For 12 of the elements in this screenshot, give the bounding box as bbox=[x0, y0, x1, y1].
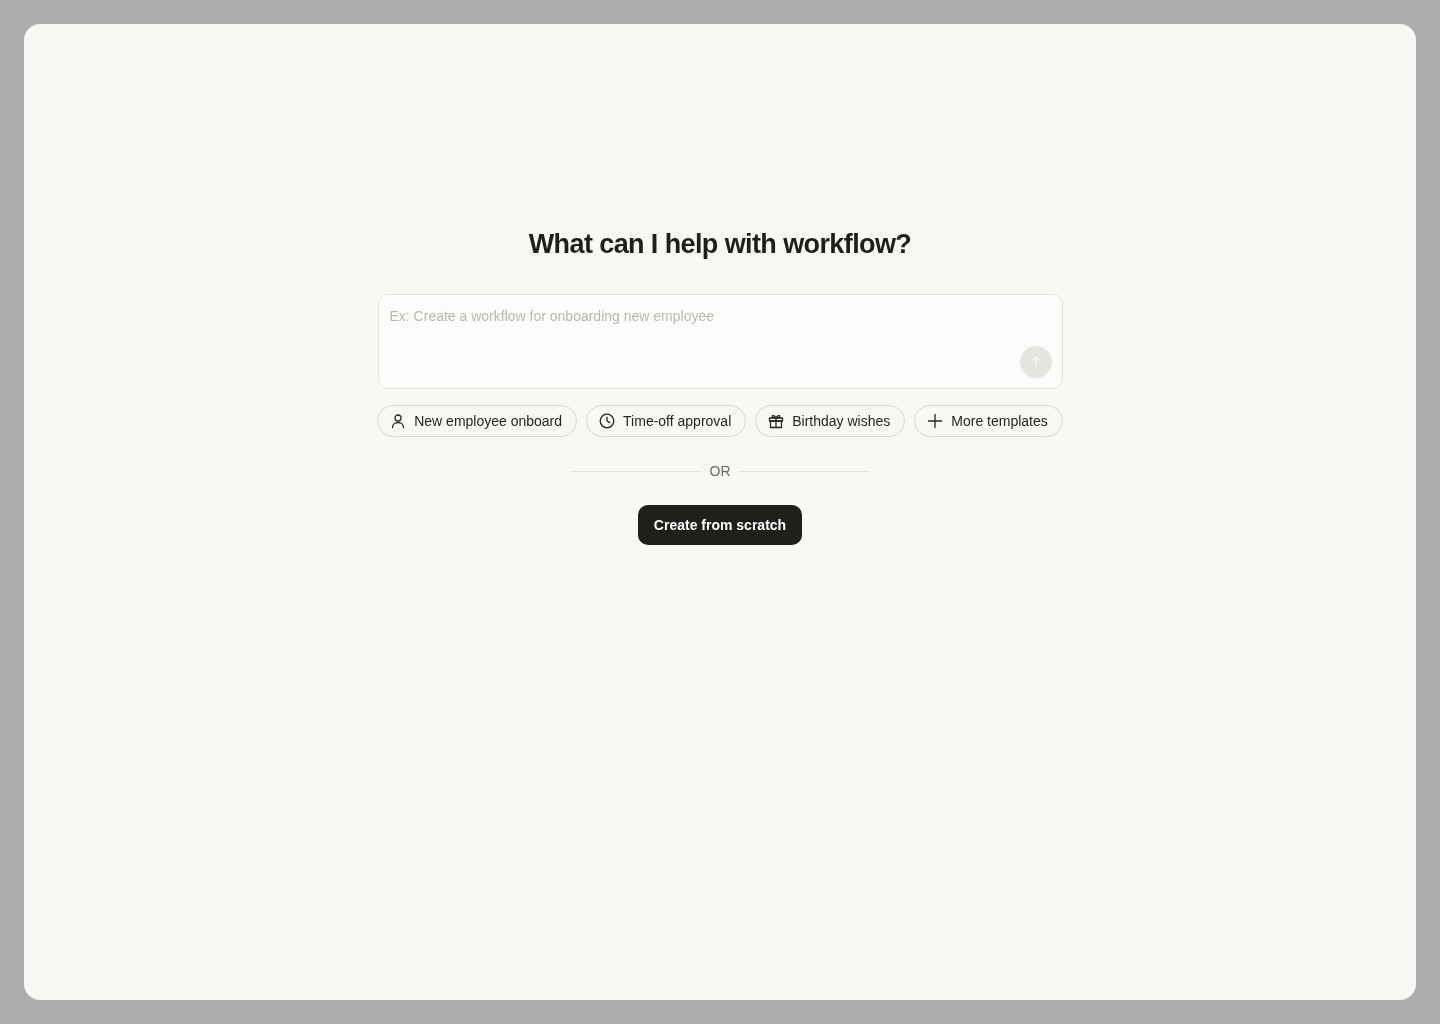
template-chip[interactable]: Birthday wishes bbox=[755, 405, 906, 437]
plus-icon bbox=[927, 413, 944, 429]
prompt-field[interactable]: Ex: Create a workflow for onboarding new employee bbox=[377, 294, 1063, 389]
gift-icon bbox=[768, 413, 785, 429]
create-button[interactable]: Create from scratch bbox=[637, 505, 803, 545]
template-chip[interactable]: New employee onboard bbox=[377, 405, 578, 437]
clock-icon bbox=[599, 413, 616, 429]
person-icon bbox=[390, 413, 407, 429]
divider-label: OR bbox=[709, 462, 731, 481]
page-heading: What can I help with workflow? bbox=[528, 228, 912, 261]
template-chip[interactable]: More templates bbox=[914, 405, 1063, 437]
template-chip[interactable]: Time-off approval bbox=[586, 405, 747, 437]
